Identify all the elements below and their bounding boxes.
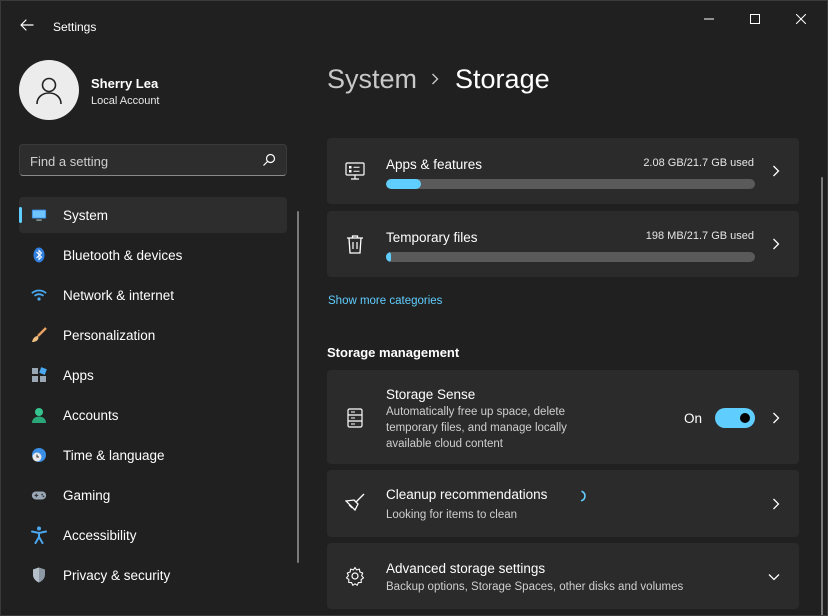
cleanup-title: Cleanup recommendations bbox=[386, 487, 548, 502]
person-icon bbox=[31, 407, 47, 423]
storage-category-apps-features[interactable]: Apps & features 2.08 GB/21.7 GB used bbox=[327, 138, 799, 204]
globe-clock-icon bbox=[31, 447, 47, 463]
user-name: Sherry Lea bbox=[91, 76, 159, 91]
maximize-button[interactable] bbox=[737, 7, 773, 31]
sidebar-item-label: Apps bbox=[63, 368, 94, 383]
chevron-right-icon bbox=[771, 164, 781, 178]
cleanup-subtitle: Looking for items to clean bbox=[386, 509, 518, 521]
sidebar-item-gaming[interactable]: Gaming bbox=[19, 477, 287, 513]
storage-category-temporary-files[interactable]: Temporary files 198 MB/21.7 GB used bbox=[327, 211, 799, 277]
advanced-storage-subtitle: Backup options, Storage Spaces, other di… bbox=[386, 581, 684, 593]
search-icon[interactable] bbox=[262, 153, 276, 167]
sidebar-item-personalization[interactable]: Personalization bbox=[19, 317, 287, 353]
storage-sense-description-line: Automatically free up space, delete bbox=[386, 406, 565, 418]
accessibility-icon bbox=[31, 526, 47, 544]
bluetooth-icon bbox=[31, 247, 47, 263]
storage-sense-icon bbox=[345, 408, 365, 428]
system-display-icon bbox=[31, 207, 47, 223]
category-usage: 198 MB/21.7 GB used bbox=[645, 230, 754, 242]
search-box[interactable] bbox=[19, 144, 287, 176]
search-input[interactable] bbox=[30, 152, 255, 170]
sidebar-scrollbar[interactable] bbox=[297, 211, 299, 563]
chevron-right-icon bbox=[771, 237, 781, 251]
minimize-icon bbox=[704, 18, 714, 20]
chevron-right-icon bbox=[771, 411, 781, 425]
sidebar-item-time-language[interactable]: Time & language bbox=[19, 437, 287, 473]
sidebar-item-label: Accounts bbox=[63, 408, 119, 423]
sidebar-item-label: Privacy & security bbox=[63, 568, 171, 583]
sidebar-item-label: Accessibility bbox=[63, 528, 137, 543]
sidebar-item-label: Bluetooth & devices bbox=[63, 248, 183, 263]
back-arrow-icon bbox=[20, 19, 34, 31]
advanced-storage-settings-card[interactable]: Advanced storage settings Backup options… bbox=[327, 543, 799, 609]
wifi-icon bbox=[31, 287, 47, 303]
app-title: Settings bbox=[53, 20, 97, 34]
sidebar-item-network[interactable]: Network & internet bbox=[19, 277, 287, 313]
broom-icon bbox=[345, 493, 365, 513]
close-button[interactable] bbox=[783, 7, 819, 31]
maximize-icon bbox=[750, 14, 760, 24]
sidebar-item-accounts[interactable]: Accounts bbox=[19, 397, 287, 433]
sidebar-item-label: Personalization bbox=[63, 328, 156, 343]
apps-features-icon bbox=[345, 161, 365, 181]
brush-icon bbox=[31, 327, 47, 343]
sidebar-item-bluetooth[interactable]: Bluetooth & devices bbox=[19, 237, 287, 273]
chevron-right-icon bbox=[431, 72, 441, 86]
storage-sense-title: Storage Sense bbox=[386, 387, 476, 402]
close-icon bbox=[796, 14, 806, 24]
storage-sense-description-line: temporary files, and manage locally bbox=[386, 422, 567, 434]
account-type: Local Account bbox=[91, 95, 160, 107]
toggle-state-label: On bbox=[683, 411, 702, 426]
minimize-button[interactable] bbox=[691, 7, 727, 31]
gamepad-icon bbox=[31, 487, 47, 503]
gear-icon bbox=[345, 566, 365, 586]
settings-window: Settings Sherry Lea Local Account Find a… bbox=[0, 0, 828, 616]
avatar[interactable] bbox=[19, 60, 79, 120]
chevron-down-icon bbox=[767, 570, 781, 584]
loading-spinner-icon bbox=[580, 490, 586, 502]
chevron-right-icon bbox=[771, 497, 781, 511]
main-scrollbar[interactable] bbox=[821, 177, 823, 615]
person-avatar-icon bbox=[36, 77, 62, 105]
selection-indicator bbox=[19, 207, 22, 223]
usage-bar bbox=[386, 179, 755, 189]
sidebar-item-label: Network & internet bbox=[63, 288, 175, 303]
breadcrumb: System Storage bbox=[327, 61, 550, 97]
section-title: Storage management bbox=[327, 345, 460, 360]
sidebar-item-label: Gaming bbox=[63, 488, 111, 503]
usage-bar bbox=[386, 252, 755, 262]
storage-sense-description-line: available cloud content bbox=[386, 438, 503, 450]
show-more-categories-link[interactable]: Show more categories bbox=[328, 295, 442, 307]
sidebar-item-label: System bbox=[63, 208, 109, 223]
shield-icon bbox=[31, 567, 47, 583]
category-usage: 2.08 GB/21.7 GB used bbox=[643, 157, 754, 169]
category-title: Apps & features bbox=[386, 157, 483, 172]
title-bar: Settings bbox=[1, 1, 827, 45]
sidebar-item-label: Time & language bbox=[63, 448, 165, 463]
cleanup-recommendations-card[interactable]: Cleanup recommendations Looking for item… bbox=[327, 470, 799, 537]
advanced-storage-title: Advanced storage settings bbox=[386, 561, 546, 576]
storage-sense-toggle[interactable] bbox=[715, 408, 755, 428]
page-title: Storage bbox=[455, 63, 550, 94]
back-button[interactable] bbox=[15, 13, 39, 37]
sidebar-item-accessibility[interactable]: Accessibility bbox=[19, 517, 287, 553]
apps-icon bbox=[31, 367, 47, 383]
scrolled-off-text bbox=[327, 99, 397, 107]
trash-icon bbox=[345, 234, 365, 254]
usage-bar-fill bbox=[386, 179, 422, 189]
category-title: Temporary files bbox=[386, 230, 478, 245]
sidebar-item-system[interactable]: System bbox=[19, 197, 287, 233]
usage-bar-fill bbox=[386, 252, 392, 262]
sidebar-item-apps[interactable]: Apps bbox=[19, 357, 287, 393]
sidebar-nav: System Bluetooth & devices Network & int… bbox=[19, 197, 287, 597]
breadcrumb-parent-link[interactable]: System bbox=[327, 64, 417, 95]
storage-sense-card[interactable]: Storage Sense Automatically free up spac… bbox=[327, 370, 799, 464]
toggle-knob bbox=[740, 413, 750, 423]
sidebar-item-privacy-security[interactable]: Privacy & security bbox=[19, 557, 287, 593]
